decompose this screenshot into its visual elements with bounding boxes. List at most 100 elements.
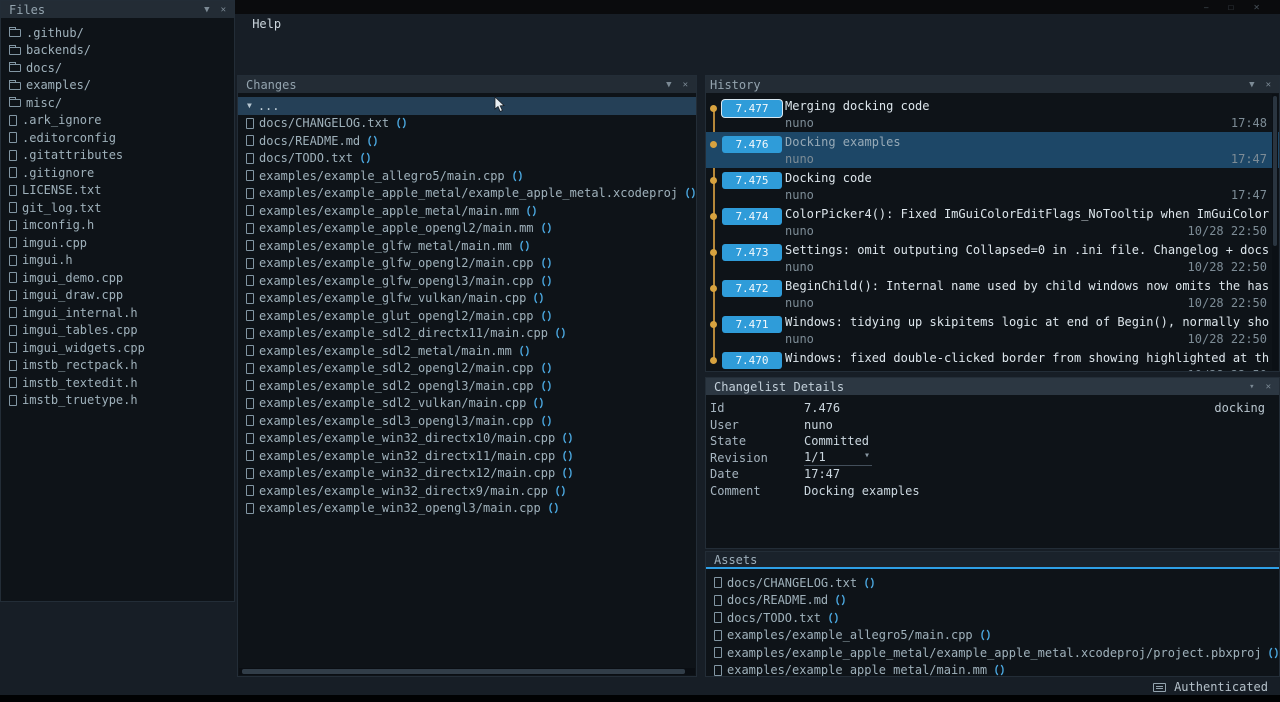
file-path: examples/example_apple_opengl2/main.mm <box>259 221 534 235</box>
revision-badge[interactable]: 7.474 <box>722 208 782 225</box>
minimize-button[interactable]: – <box>1204 3 1208 12</box>
history-entry[interactable]: 7.474 ColorPicker4(): Fixed ImGuiColorEd… <box>706 204 1279 240</box>
file-icon <box>9 202 17 213</box>
changed-file-row[interactable]: examples/example_glfw_metal/main.mm <box>238 237 696 255</box>
file-tree-row[interactable]: imgui_demo.cpp <box>1 269 234 287</box>
graph-dot-icon <box>710 141 717 148</box>
file-tree-row[interactable]: imstb_textedit.h <box>1 374 234 392</box>
filter-icon[interactable]: ▼ <box>1249 80 1254 90</box>
changed-file-row[interactable]: docs/TODO.txt <box>238 150 696 168</box>
changed-file-row[interactable]: examples/example_glut_opengl2/main.cpp <box>238 307 696 325</box>
scrollbar-thumb[interactable] <box>242 669 685 674</box>
revision-badge[interactable]: 7.472 <box>722 280 782 297</box>
vertical-scrollbar[interactable] <box>1272 94 1278 370</box>
file-tree-row[interactable]: imgui.h <box>1 252 234 270</box>
changed-file-row[interactable]: examples/example_glfw_vulkan/main.cpp <box>238 290 696 308</box>
file-icon <box>714 647 722 658</box>
filter-icon[interactable]: ▼ <box>204 5 209 15</box>
file-tree-row[interactable]: git_log.txt <box>1 199 234 217</box>
caret-down-icon[interactable]: ▾ <box>864 450 870 464</box>
history-entry[interactable]: 7.476 Docking examples nuno 17:47 <box>706 132 1279 168</box>
file-tree-row[interactable]: imstb_truetype.h <box>1 392 234 410</box>
changed-file-row[interactable]: docs/README.md <box>238 132 696 150</box>
file-tree-row[interactable]: .github/ <box>1 24 234 42</box>
file-tree-row[interactable]: imgui_internal.h <box>1 304 234 322</box>
changed-file-row[interactable]: examples/example_sdl2_opengl2/main.cpp <box>238 360 696 378</box>
asset-path: examples/example_apple_metal/main.mm <box>727 663 987 676</box>
file-icon <box>9 360 17 371</box>
close-icon[interactable]: ✕ <box>1266 382 1271 392</box>
changed-file-row[interactable]: examples/example_win32_opengl3/main.cpp <box>238 500 696 518</box>
file-tree-row[interactable]: imgui_draw.cpp <box>1 287 234 305</box>
detail-row: Comment Docking examples <box>706 483 1279 500</box>
checkout-status-icon <box>360 152 371 164</box>
history-entry[interactable]: 7.471 Windows: tidying up skipitems logi… <box>706 312 1279 348</box>
horizontal-scrollbar[interactable] <box>239 668 695 675</box>
file-tree-row[interactable]: .ark_ignore <box>1 112 234 130</box>
file-tree-row[interactable]: backends/ <box>1 42 234 60</box>
file-tree-row[interactable]: .gitignore <box>1 164 234 182</box>
file-tree-row[interactable]: docs/ <box>1 59 234 77</box>
asset-row[interactable]: docs/CHANGELOG.txt <box>706 574 1279 592</box>
changed-file-row[interactable]: examples/example_win32_directx12/main.cp… <box>238 465 696 483</box>
changed-file-row[interactable]: examples/example_sdl2_metal/main.mm <box>238 342 696 360</box>
close-icon[interactable]: ✕ <box>683 80 688 90</box>
maximize-button[interactable]: □ <box>1228 3 1233 12</box>
changed-file-row[interactable]: examples/example_win32_directx9/main.cpp <box>238 482 696 500</box>
file-tree-row[interactable]: .editorconfig <box>1 129 234 147</box>
asset-row[interactable]: docs/README.md <box>706 592 1279 610</box>
file-tree-row[interactable]: imgui_widgets.cpp <box>1 339 234 357</box>
file-tree-row[interactable]: imstb_rectpack.h <box>1 357 234 375</box>
file-tree-row[interactable]: .gitattributes <box>1 147 234 165</box>
expander-icon[interactable]: ▼ <box>247 101 252 110</box>
filter-icon[interactable]: ▼ <box>666 80 671 90</box>
history-entry[interactable]: 7.477 Merging docking code nuno 17:48 <box>706 96 1279 132</box>
asset-row[interactable]: examples/example_apple_metal/main.mm <box>706 662 1279 677</box>
history-entry[interactable]: 7.472 BeginChild(): Internal name used b… <box>706 276 1279 312</box>
file-tree-row[interactable]: LICENSE.txt <box>1 182 234 200</box>
changes-root-row[interactable]: ▼ ... <box>238 97 696 115</box>
caret-down-icon[interactable]: ▾ <box>1249 382 1254 392</box>
changed-file-row[interactable]: docs/CHANGELOG.txt <box>238 115 696 133</box>
asset-row[interactable]: docs/TODO.txt <box>706 609 1279 627</box>
close-icon[interactable]: ✕ <box>1266 80 1271 90</box>
history-entry[interactable]: 7.470 Windows: fixed double-clicked bord… <box>706 348 1279 371</box>
changed-file-row[interactable]: examples/example_apple_metal/example_app… <box>238 185 696 203</box>
changed-file-row[interactable]: examples/example_apple_opengl2/main.mm <box>238 220 696 238</box>
revision-badge[interactable]: 7.471 <box>722 316 782 333</box>
revision-badge[interactable]: 7.477 <box>722 100 782 117</box>
changed-file-row[interactable]: examples/example_sdl2_directx11/main.cpp <box>238 325 696 343</box>
graph-dot-icon <box>710 177 717 184</box>
changed-file-row[interactable]: examples/example_sdl2_opengl3/main.cpp <box>238 377 696 395</box>
detail-value: Docking examples <box>804 484 920 498</box>
asset-row[interactable]: examples/example_allegro5/main.cpp <box>706 627 1279 645</box>
asset-row[interactable]: examples/example_apple_metal/example_app… <box>706 644 1279 662</box>
history-entry[interactable]: 7.473 Settings: omit outputing Collapsed… <box>706 240 1279 276</box>
revision-badge[interactable]: 7.470 <box>722 352 782 369</box>
commit-author: nuno <box>785 116 814 130</box>
menu-item[interactable]: Help <box>252 17 281 31</box>
changed-file-row[interactable]: examples/example_allegro5/main.cpp <box>238 167 696 185</box>
scrollbar-thumb[interactable] <box>1273 96 1277 246</box>
commit-message: Docking code <box>785 171 1277 185</box>
file-tree-row[interactable]: imgui_tables.cpp <box>1 322 234 340</box>
file-tree-row[interactable]: imgui.cpp <box>1 234 234 252</box>
file-tree-row[interactable]: misc/ <box>1 94 234 112</box>
history-entry[interactable]: 7.475 Docking code nuno 17:47 <box>706 168 1279 204</box>
changed-file-row[interactable]: examples/example_apple_metal/main.mm <box>238 202 696 220</box>
checkout-status-icon <box>828 612 839 624</box>
revision-badge[interactable]: 7.475 <box>722 172 782 189</box>
commit-message: Settings: omit outputing Collapsed=0 in … <box>785 243 1277 257</box>
close-icon[interactable]: ✕ <box>221 5 226 15</box>
revision-badge[interactable]: 7.473 <box>722 244 782 261</box>
revision-badge[interactable]: 7.476 <box>722 136 782 153</box>
changed-file-row[interactable]: examples/example_win32_directx11/main.cp… <box>238 447 696 465</box>
changed-file-row[interactable]: examples/example_sdl3_opengl3/main.cpp <box>238 412 696 430</box>
changed-file-row[interactable]: examples/example_sdl2_vulkan/main.cpp <box>238 395 696 413</box>
changed-file-row[interactable]: examples/example_glfw_opengl3/main.cpp <box>238 272 696 290</box>
close-button[interactable]: ✕ <box>1253 3 1260 12</box>
changed-file-row[interactable]: examples/example_glfw_opengl2/main.cpp <box>238 255 696 273</box>
file-tree-row[interactable]: imconfig.h <box>1 217 234 235</box>
changed-file-row[interactable]: examples/example_win32_directx10/main.cp… <box>238 430 696 448</box>
file-tree-row[interactable]: examples/ <box>1 77 234 95</box>
